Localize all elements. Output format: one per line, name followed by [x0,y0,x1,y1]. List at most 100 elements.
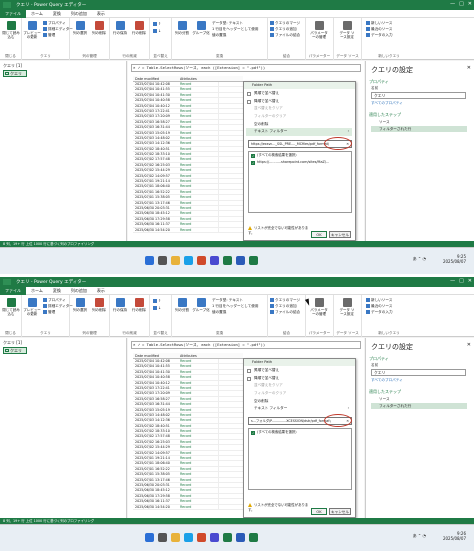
remove-columns-button[interactable]: 列の削除 [90,298,108,312]
replace-values-button[interactable]: 値の置換 [212,310,226,315]
file-explorer-icon[interactable] [171,256,180,265]
menu-add-column[interactable]: 列の追加 [66,287,92,295]
remove-rows-button[interactable]: 行の削除 [130,21,148,35]
use-header-button[interactable]: 1 行目をヘッダーとして使用 [212,27,258,32]
all-properties-link[interactable]: すべてのプロパティ [371,378,403,383]
choose-columns-button[interactable]: 列の選択 [71,21,89,35]
outlook-icon[interactable] [236,533,245,542]
excel-icon[interactable] [249,533,258,542]
merge-queries-button[interactable]: クエリのマージ [270,21,300,26]
table-row[interactable]: 2025/06/30 14:54:20 Record [133,504,243,510]
clock[interactable]: 9:25 2025/08/07 [443,254,466,264]
query-item[interactable]: クエリ [3,347,27,354]
edge-icon[interactable] [184,256,193,265]
menu-home[interactable]: ホーム [26,287,48,295]
minimize-button[interactable]: — [450,278,455,284]
sort-desc-button[interactable]: ↓ [153,306,161,311]
ok-button[interactable]: OK [311,508,327,515]
menu-file[interactable]: ファイル [0,286,26,295]
office-icon[interactable] [197,256,206,265]
recent-sources-button[interactable]: 最近のソース [366,27,392,32]
excel-icon[interactable] [249,256,258,265]
menu-text-filter[interactable]: テキスト フィルター › [246,405,352,413]
recent-sources-button[interactable]: 最近のソース [366,304,392,309]
table-row[interactable]: 2025/06/30 14:54:20 Record [133,227,243,233]
cancel-button[interactable]: キャンセル [329,508,351,515]
step-filtered-rows[interactable]: フィルターされた行 [371,403,467,409]
menu-view[interactable]: 表示 [92,287,110,295]
formula-bar[interactable]: ✕ ✓ = Table.SelectRows(ソース, each ([Extens… [131,64,361,72]
enter-data-button[interactable]: データの入力 [366,310,393,315]
select-all-check[interactable]: ✓ (すべての検索結果を選択) [249,429,351,436]
advanced-editor-button[interactable]: 詳細エディター [43,27,73,32]
append-queries-button[interactable]: クエリの追加 [270,27,297,32]
query-name-input[interactable]: クエリ [371,92,466,99]
refresh-preview-button[interactable]: プレビューの更新 [23,298,41,316]
menu-clear-filter[interactable]: フィルターのクリア [246,113,352,121]
menu-clear-sort[interactable]: 並べ替えをクリア [246,105,352,113]
menu-add-column[interactable]: 列の追加 [66,10,92,18]
refresh-preview-button[interactable]: プレビューの更新 [23,21,41,39]
remove-rows-button[interactable]: 行の削除 [130,298,148,312]
file-explorer-icon[interactable] [171,533,180,542]
teams-icon[interactable] [210,256,219,265]
menu-text-filter[interactable]: テキスト フィルター › [246,128,352,137]
office-icon[interactable] [197,533,206,542]
choose-columns-button[interactable]: 列の選択 [71,298,89,312]
menu-home[interactable]: ホーム [26,10,48,18]
value-check[interactable]: ✓ https://...........sharepoint.com/sites… [249,159,351,166]
new-source-button[interactable]: 新しいソース [366,298,392,303]
data-type-dropdown[interactable]: データ型: テキスト [212,21,243,26]
menu-file[interactable]: ファイル [0,9,26,18]
combine-files-button[interactable]: ファイルの結合 [270,33,300,38]
excel-icon[interactable] [223,256,232,265]
close-window-button[interactable]: ✕ [468,278,472,284]
advanced-editor-button[interactable]: 詳細エディター [43,304,73,309]
column-header-date[interactable]: Date modified [133,353,178,358]
keep-rows-button[interactable]: 行の保持 [111,21,129,35]
manage-button[interactable]: 管理 [43,310,55,315]
replace-values-button[interactable]: 値の置換 [212,33,226,38]
sort-asc-button[interactable]: ↑ [153,22,161,27]
combine-files-button[interactable]: ファイルの結合 [270,310,300,315]
cancel-button[interactable]: キャンセル [329,231,351,238]
menu-transform[interactable]: 変換 [48,10,66,18]
menu-sort-asc[interactable]: 昇順で並べ替え [246,90,352,98]
split-column-button[interactable]: 列の分割 [173,298,191,312]
minimize-button[interactable]: — [450,1,455,7]
append-queries-button[interactable]: クエリの追加 [270,304,297,309]
menu-sort-desc[interactable]: 降順で並べ替え [246,375,352,383]
data-source-settings-button[interactable]: データ ソース設定 [338,298,356,316]
query-item[interactable]: クエリ [3,70,27,77]
menu-clear-sort[interactable]: 並べ替えをクリア [246,382,352,390]
maximize-button[interactable]: □ [459,1,464,7]
search-icon[interactable] [158,256,167,265]
close-load-button[interactable]: 閉じて読み込む [2,21,20,39]
manage-button[interactable]: 管理 [43,33,55,38]
sort-desc-button[interactable]: ↓ [153,29,161,34]
manage-parameters-button[interactable]: パラメーターの管理 [310,21,328,39]
search-icon[interactable] [158,533,167,542]
menu-view[interactable]: 表示 [92,10,110,18]
manage-parameters-button[interactable]: パラメーターの管理 [310,298,328,316]
excel-icon[interactable] [223,533,232,542]
column-header-attributes[interactable]: Attributes [178,76,218,81]
clock[interactable]: 9:26 2025/08/07 [443,531,466,541]
group-by-button[interactable]: グループ化 [192,298,210,312]
close-load-button[interactable]: 閉じて読み込む [2,298,20,316]
enter-data-button[interactable]: データの入力 [366,33,393,38]
menu-remove-empty[interactable]: 空の削除 [246,121,352,129]
new-source-button[interactable]: 新しいソース [366,21,392,26]
close-window-button[interactable]: ✕ [468,1,472,7]
properties-button[interactable]: プロパティ [43,21,66,26]
keep-rows-button[interactable]: 行の保持 [111,298,129,312]
column-header-folder[interactable] [218,76,243,81]
all-properties-link[interactable]: すべてのプロパティ [371,101,403,106]
step-filtered-rows[interactable]: フィルターされた行 [371,126,467,132]
sort-asc-button[interactable]: ↑ [153,299,161,304]
menu-sort-asc[interactable]: 昇順で並べ替え [246,367,352,375]
split-column-button[interactable]: 列の分割 [173,21,191,35]
use-header-button[interactable]: 1 行目をヘッダーとして使用 [212,304,258,309]
remove-columns-button[interactable]: 列の削除 [90,21,108,35]
system-tray-icons[interactable]: あ ⌃ ◔ [413,533,426,539]
